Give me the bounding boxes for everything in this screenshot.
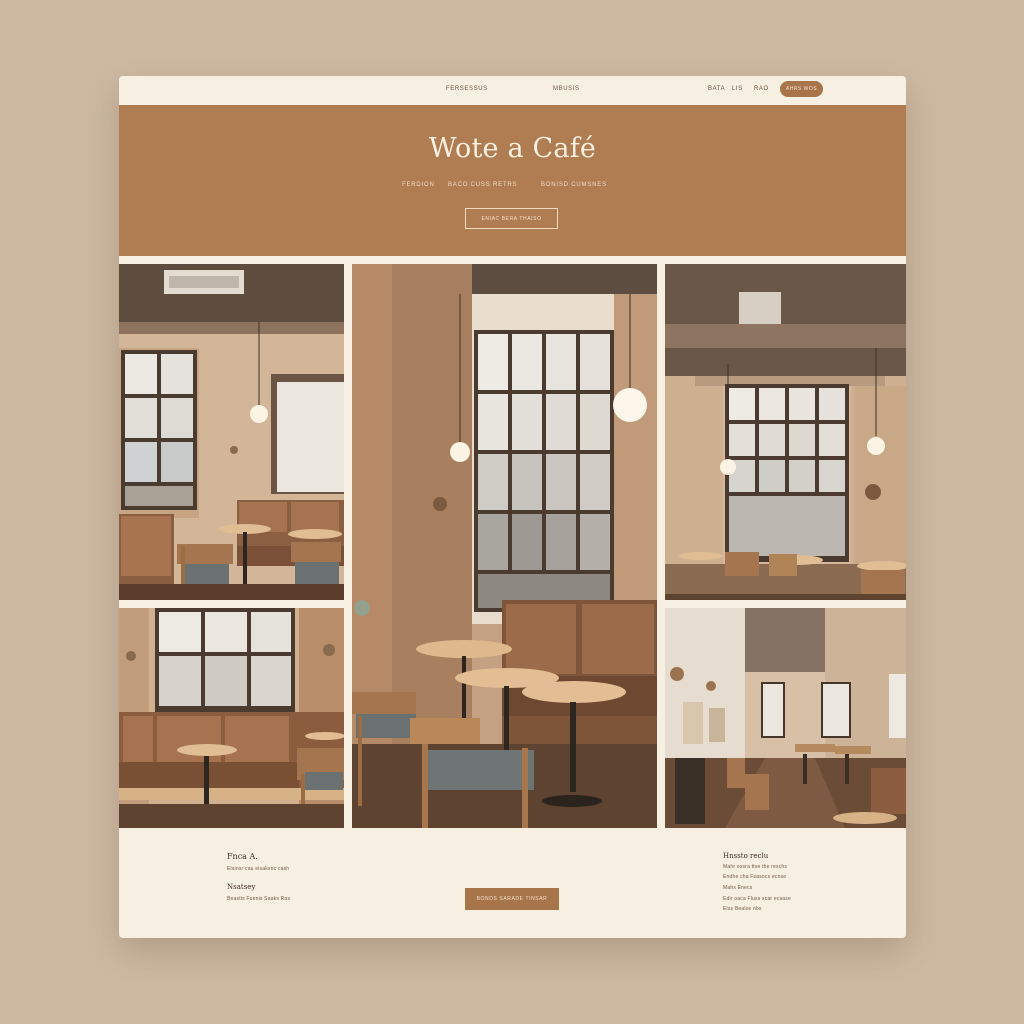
hero-subtitle-1: Ferdion	[402, 182, 435, 188]
footer-right-line-3: Mahs Enecs	[723, 885, 753, 891]
nav-cta-button[interactable]: Ahrs Wos	[780, 81, 823, 97]
hero-subtitle-2: Baco Cuss Retrs	[448, 182, 518, 188]
footer-right-heading: Hnssto reclu	[723, 852, 769, 860]
cafe-long-room-photo	[665, 608, 906, 828]
footer-left-line-2: Beastis Fuenis Saaks Ras	[227, 896, 291, 902]
nav-link-1[interactable]: Fersessus	[446, 86, 488, 92]
footer-left-heading: Fnca A.	[227, 852, 258, 861]
website-mockup-card: Fersessus Mbusis Bata Lis Rao Ahrs Wos W…	[119, 76, 906, 938]
cafe-corner-booth-photo	[119, 264, 344, 600]
hero-banner: Wote a Café Ferdion Baco Cuss Retrs Boni…	[119, 105, 906, 256]
hero-title: Wote a Café	[428, 133, 597, 164]
footer-left-line-1: Elsinsr cau eisaksnc cash	[227, 866, 290, 872]
top-navigation: Fersessus Mbusis Bata Lis Rao Ahrs Wos	[119, 76, 906, 105]
footer-right-line-4: Edir oaca Fluss scar ecsase	[723, 896, 791, 902]
footer: Fnca A. Elsinsr cau eisaksnc cash Nsatse…	[119, 828, 906, 938]
footer-right-line-1: Mahr ossra ttse the reschs	[723, 864, 788, 870]
footer-right-line-2: Endhe cha Fsasocs ecnse	[723, 874, 787, 880]
cafe-dining-window-photo	[665, 264, 906, 600]
footer-left-heading-2: Nsatsey	[227, 883, 256, 891]
footer-cta-button[interactable]: Bonds Sarade Tinsar	[465, 888, 559, 910]
footer-right-line-5: Elss Bealse nbs	[723, 906, 762, 912]
hero-button[interactable]: Eniac Bera Thaiso	[465, 208, 558, 229]
nav-link-5[interactable]: Rao	[754, 86, 769, 92]
hero-subtitle-3: Bonisd Cumsnes	[541, 182, 607, 188]
nav-link-2[interactable]: Mbusis	[553, 86, 580, 92]
nav-link-3[interactable]: Bata	[708, 86, 725, 92]
nav-link-4[interactable]: Lis	[732, 86, 743, 92]
cafe-window-tables-photo	[352, 264, 657, 828]
cafe-banquette-photo	[119, 608, 344, 828]
